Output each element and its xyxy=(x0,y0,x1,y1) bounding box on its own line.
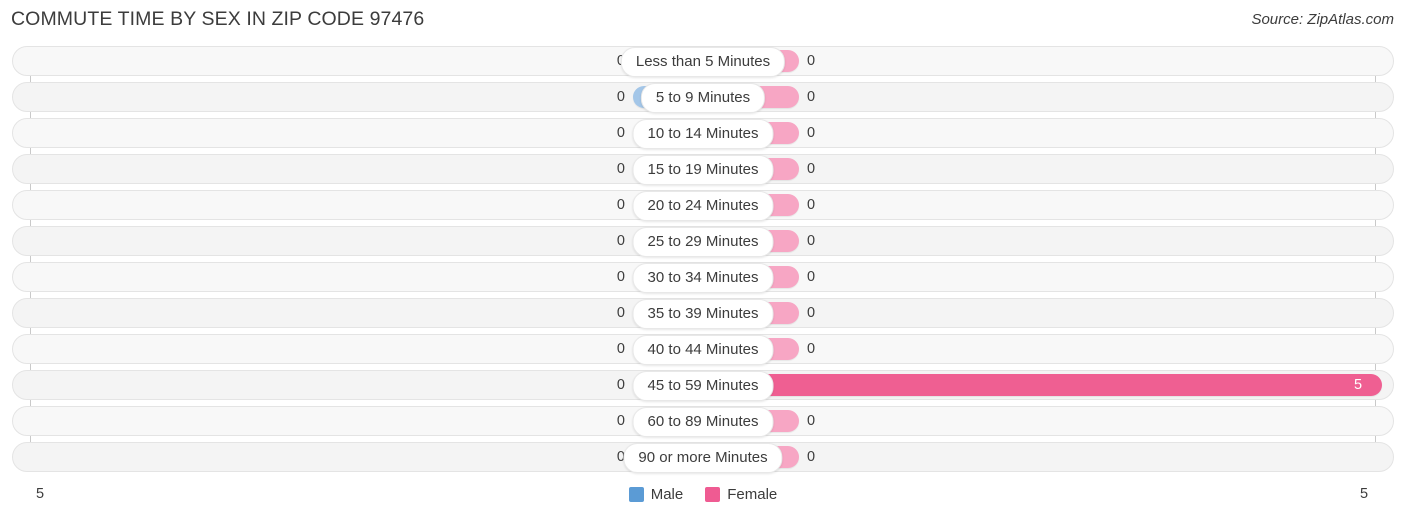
category-label-pill[interactable]: 5 to 9 Minutes xyxy=(640,83,766,113)
value-label-male: 0 xyxy=(616,341,625,357)
category-label-pill[interactable]: 60 to 89 Minutes xyxy=(632,407,774,437)
value-label-male: 0 xyxy=(616,377,625,393)
chart-rows: 00Less than 5 Minutes005 to 9 Minutes001… xyxy=(0,46,1406,478)
chart-row: 0 0 30 to 34 Minutes xyxy=(0,262,1406,293)
category-label-pill[interactable]: 30 to 34 Minutes xyxy=(632,263,774,293)
chart-row: 0 0 90 or more Minutes xyxy=(0,442,1406,473)
legend-item-female[interactable]: Female xyxy=(705,486,777,503)
legend-swatch-female-icon xyxy=(705,487,721,502)
chart-legend: Male Female xyxy=(0,486,1406,503)
chart-row: 0 0 60 to 89 Minutes xyxy=(0,406,1406,437)
legend-label-female: Female xyxy=(727,486,778,503)
category-label-pill[interactable]: 45 to 59 Minutes xyxy=(632,371,774,401)
chart-row: 0 0 15 to 19 Minutes xyxy=(0,154,1406,185)
chart-row: 0 0 5 to 9 Minutes xyxy=(0,82,1406,113)
source-attribution: Source: ZipAtlas.com xyxy=(1251,11,1394,28)
value-label-female: 0 xyxy=(807,269,816,285)
category-label-pill[interactable]: 25 to 29 Minutes xyxy=(632,227,774,257)
legend-label-male: Male xyxy=(650,486,684,503)
value-label-male: 0 xyxy=(616,197,625,213)
value-label-female: 0 xyxy=(807,449,816,465)
category-label-pill[interactable]: 35 to 39 Minutes xyxy=(632,299,774,329)
chart-row: 0 5 45 to 59 Minutes xyxy=(0,370,1406,401)
value-label-male: 0 xyxy=(616,161,625,177)
value-label-male: 0 xyxy=(616,269,625,285)
category-label-pill[interactable]: 40 to 44 Minutes xyxy=(632,335,774,365)
page-title: COMMUTE TIME BY SEX IN ZIP CODE 97476 xyxy=(11,8,425,30)
chart-row: 0 0 20 to 24 Minutes xyxy=(0,190,1406,221)
value-label-male: 0 xyxy=(616,305,625,321)
value-label-female: 0 xyxy=(807,413,816,429)
value-label-female: 0 xyxy=(807,89,816,105)
value-label-female: 0 xyxy=(807,233,816,249)
category-label-pill[interactable]: 20 to 24 Minutes xyxy=(632,191,774,221)
chart-row: 0 0 10 to 14 Minutes xyxy=(0,118,1406,149)
value-label-female: 0 xyxy=(807,125,816,141)
chart-row: 0 0 25 to 29 Minutes xyxy=(0,226,1406,257)
value-label-female: 0 xyxy=(807,197,816,213)
category-label-pill[interactable]: Less than 5 Minutes xyxy=(620,47,786,77)
legend-swatch-male-icon xyxy=(628,487,644,502)
chart-footer: 5 5 Male Female xyxy=(0,480,1406,522)
value-label-male: 0 xyxy=(616,413,625,429)
chart-row: 0 0 40 to 44 Minutes xyxy=(0,334,1406,365)
value-label-male: 0 xyxy=(616,233,625,249)
value-label-female: 0 xyxy=(807,305,816,321)
value-label-male: 0 xyxy=(616,89,625,105)
category-label-pill[interactable]: 10 to 14 Minutes xyxy=(632,119,774,149)
value-label-female: 5 xyxy=(1354,377,1363,393)
legend-item-male[interactable]: Male xyxy=(628,486,684,503)
chart-row: 0 0 35 to 39 Minutes xyxy=(0,298,1406,329)
bar-female[interactable] xyxy=(703,374,1382,396)
value-label-female: 0 xyxy=(807,341,816,357)
chart-plot-area: 00Less than 5 Minutes005 to 9 Minutes001… xyxy=(0,46,1406,478)
chart-row: 00Less than 5 Minutes xyxy=(0,46,1406,77)
chart-header: COMMUTE TIME BY SEX IN ZIP CODE 97476 So… xyxy=(0,0,1406,42)
value-label-female: 0 xyxy=(807,161,816,177)
value-label-male: 0 xyxy=(616,125,625,141)
category-label-pill[interactable]: 15 to 19 Minutes xyxy=(632,155,774,185)
value-label-female: 0 xyxy=(807,53,816,69)
category-label-pill[interactable]: 90 or more Minutes xyxy=(623,443,783,473)
